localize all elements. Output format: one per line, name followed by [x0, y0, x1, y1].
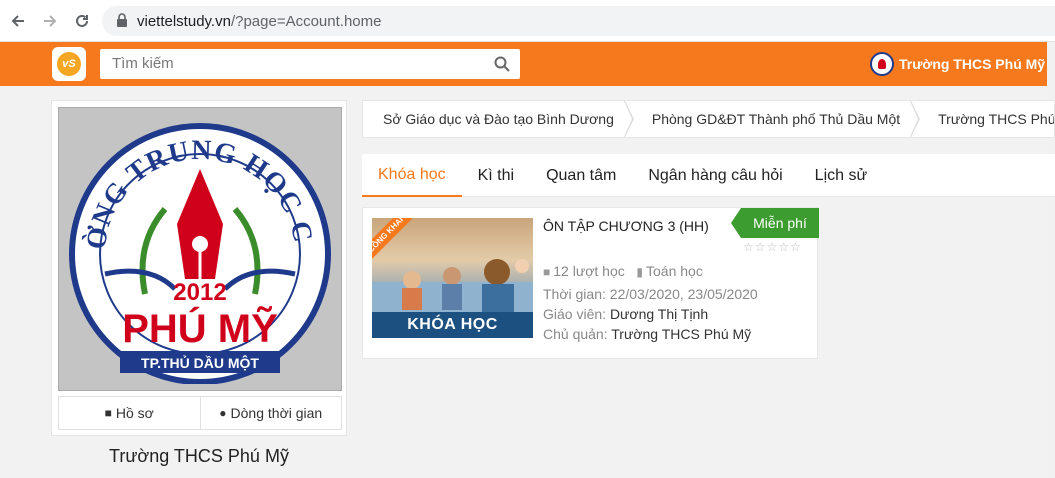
- course-owner: Chủ quản: Trường THCS Phú Mỹ: [543, 326, 751, 342]
- teacher-name[interactable]: Dương Thị Tịnh: [610, 306, 708, 322]
- crest-city: TP.THỦ DẦU MỘT: [141, 354, 259, 371]
- profile-button[interactable]: ■ Hồ sơ: [59, 397, 200, 429]
- book-icon: ▮: [636, 265, 644, 279]
- course-time: Thời gian: 22/03/2020, 23/05/2020: [543, 286, 758, 302]
- url-host: viettelstudy.vn: [137, 13, 231, 30]
- tab-following[interactable]: Quan tâm: [530, 154, 632, 197]
- time-label: Thời gian:: [543, 286, 606, 302]
- course-subject: Toán học: [646, 263, 703, 279]
- time-value: 22/03/2020, 23/05/2020: [609, 286, 758, 302]
- tab-question-bank[interactable]: Ngân hàng câu hỏi: [632, 154, 798, 197]
- course-card[interactable]: CÔNG KHAI KHÓA HỌC ÔN TẬP CHƯƠNG 3 (HH) …: [362, 207, 819, 359]
- course-stats: ■ 12 lượt học ▮ Toán học: [543, 263, 703, 279]
- tab-history[interactable]: Lịch sử: [799, 154, 884, 197]
- school-crest-logo: TRƯỜNG TRUNG HỌC CƠ SỞ 2012 PHÚ MỸ TP.TH…: [65, 114, 331, 384]
- breadcrumb-item[interactable]: Trường THCS Phú Mỹ: [918, 101, 1054, 137]
- price-badge: Miễn phí: [731, 208, 819, 238]
- reload-button[interactable]: [72, 11, 92, 31]
- profile-actions: ■ Hồ sơ ● Dòng thời gian: [58, 396, 342, 430]
- owner-label: Chủ quản:: [543, 326, 608, 342]
- learner-icon: ■: [543, 265, 551, 279]
- school-crest-icon: [870, 52, 894, 76]
- thumbnail-label: KHÓA HỌC: [372, 312, 533, 338]
- back-button[interactable]: [8, 11, 28, 31]
- profile-panel: TRƯỜNG TRUNG HỌC CƠ SỞ 2012 PHÚ MỸ TP.TH…: [51, 100, 347, 436]
- url-text: viettelstudy.vn/?page=Account.home: [137, 13, 381, 30]
- breadcrumb-item[interactable]: Phòng GD&ĐT Thành phố Thủ Dầu Một: [632, 101, 921, 137]
- tab-exams[interactable]: Kì thi: [462, 154, 530, 197]
- breadcrumb: Sở Giáo dục và Đào tạo Bình Dương Phòng …: [362, 100, 1055, 138]
- owner-name[interactable]: Trường THCS Phú Mỹ: [611, 326, 751, 342]
- search-box: [100, 49, 520, 79]
- address-bar[interactable]: viettelstudy.vn/?page=Account.home: [102, 6, 1055, 36]
- school-avatar: TRƯỜNG TRUNG HỌC CƠ SỞ 2012 PHÚ MỸ TP.TH…: [58, 107, 342, 391]
- course-thumbnail[interactable]: CÔNG KHAI KHÓA HỌC: [372, 218, 533, 338]
- search-input[interactable]: [112, 55, 482, 72]
- profile-button-label: Hồ sơ: [115, 405, 154, 421]
- globe-icon: ●: [219, 406, 227, 420]
- crest-school-name: PHÚ MỸ: [122, 305, 278, 351]
- school-account-link[interactable]: Trường THCS Phú Mỹ: [870, 52, 1045, 76]
- school-account-name: Trường THCS Phú Mỹ: [899, 56, 1046, 72]
- logo-mark: vS: [57, 52, 81, 76]
- timeline-button-label: Dòng thời gian: [230, 405, 323, 421]
- url-path: /?page=Account.home: [230, 13, 382, 30]
- site-header: vS Trường THCS Phú Mỹ: [0, 42, 1055, 86]
- forward-arrow-icon: [44, 15, 57, 27]
- profile-name: Trường THCS Phú Mỹ: [109, 446, 289, 466]
- forward-button[interactable]: [40, 11, 60, 31]
- classroom-illustration: [372, 259, 533, 312]
- timeline-button[interactable]: ● Dòng thời gian: [199, 397, 342, 429]
- crest-year: 2012: [173, 279, 226, 306]
- course-title[interactable]: ÔN TẬP CHƯƠNG 3 (HH): [543, 218, 709, 234]
- user-icon: ■: [104, 406, 112, 420]
- reload-icon: [76, 14, 88, 27]
- profile-tabs: Khóa học Kì thi Quan tâm Ngân hàng câu h…: [362, 154, 1055, 197]
- breadcrumb-item[interactable]: Sở Giáo dục và Đào tạo Bình Dương: [363, 101, 634, 137]
- course-teacher: Giáo viên: Dương Thị Tịnh: [543, 306, 708, 322]
- tab-courses[interactable]: Khóa học: [362, 154, 462, 197]
- teacher-label: Giáo viên:: [543, 306, 607, 322]
- learner-count: 12 lượt học: [553, 263, 625, 279]
- rating-stars: ☆☆☆☆☆: [743, 240, 802, 254]
- lock-icon: [117, 13, 127, 27]
- back-arrow-icon: [11, 15, 24, 27]
- search-icon[interactable]: [494, 56, 510, 72]
- site-logo[interactable]: vS: [52, 47, 86, 81]
- browser-toolbar: viettelstudy.vn/?page=Account.home: [0, 0, 1055, 42]
